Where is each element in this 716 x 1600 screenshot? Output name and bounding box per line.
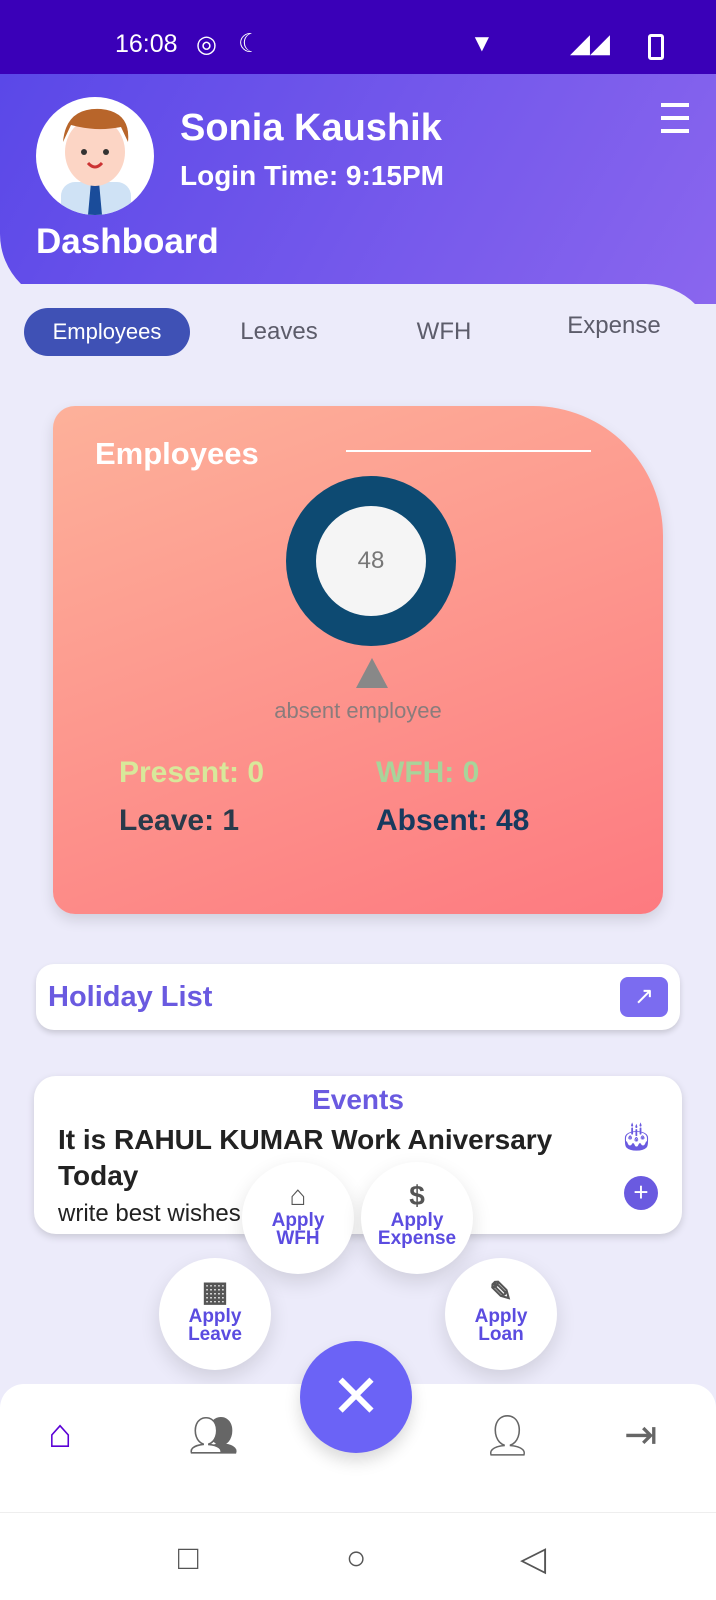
apply-leave-button[interactable]: ▦ Apply Leave: [159, 1258, 271, 1370]
employees-card: Employees 48 absent employee Present: 0 …: [53, 406, 663, 914]
back-icon[interactable]: ◁: [520, 1539, 546, 1579]
event-wishes-input[interactable]: write best wishes: [58, 1200, 241, 1228]
loan-doc-icon: ✎: [489, 1276, 513, 1307]
avatar[interactable]: [36, 97, 154, 215]
chrome-icon: ◎: [196, 31, 217, 58]
recents-icon[interactable]: □: [178, 1539, 199, 1578]
system-nav-bar: □ ○ ◁: [0, 1512, 716, 1600]
present-count: Present: 0: [119, 756, 265, 789]
indicator-label: absent employee: [274, 698, 442, 723]
add-wish-button[interactable]: +: [624, 1176, 658, 1210]
events-card: Events It is RAHUL KUMAR Work Aniversary…: [34, 1076, 682, 1234]
apply-expense-button[interactable]: $ Apply Expense: [361, 1162, 473, 1274]
tab-employees[interactable]: Employees: [24, 308, 190, 356]
home-icon[interactable]: ⌂: [48, 1412, 72, 1457]
wfh-count: WFH: 0: [376, 756, 480, 789]
cake-icon: 🎂︎: [618, 1121, 654, 1152]
tab-leaves[interactable]: Leaves: [214, 308, 344, 356]
label: Expense: [377, 1228, 457, 1249]
indicator-triangle-icon: [356, 658, 388, 688]
tab-wfh[interactable]: WFH: [394, 308, 494, 356]
avatar-illustration: [61, 108, 131, 215]
tab-expense[interactable]: Expense: [544, 302, 684, 350]
wifi-icon: ▼: [470, 30, 494, 57]
calendar-clock-icon: ▦: [201, 1276, 229, 1307]
donut-total: 48: [316, 506, 426, 616]
holiday-list-card[interactable]: Holiday List ↗: [36, 964, 680, 1030]
employees-card-title: Employees: [95, 436, 259, 471]
status-time: 16:08: [115, 30, 178, 58]
close-fab-button[interactable]: ✕: [300, 1341, 412, 1453]
events-title: Events: [312, 1084, 404, 1115]
page-title: Dashboard: [36, 222, 219, 261]
profile-icon[interactable]: 👤︎: [482, 1412, 533, 1459]
status-bar: 16:08 ◎ ☾ ▼ ◢◢: [0, 0, 716, 74]
user-name: Sonia Kaushik: [180, 107, 442, 149]
signal-icon: ◢◢: [570, 28, 610, 58]
label: Leave: [188, 1324, 242, 1345]
battery-icon: [648, 34, 664, 60]
absent-donut-chart: 48: [286, 476, 456, 646]
label: WFH: [276, 1228, 320, 1249]
home-user-icon: ⌂: [289, 1180, 307, 1211]
holiday-list-label: Holiday List: [48, 981, 213, 1013]
moon-icon: ☾: [238, 28, 262, 58]
login-time: Login Time: 9:15PM: [180, 160, 444, 191]
expense-doc-icon: $: [409, 1180, 425, 1211]
menu-icon[interactable]: [655, 103, 689, 142]
absent-count: Absent: 48: [376, 804, 530, 837]
home-circle-icon[interactable]: ○: [346, 1539, 367, 1578]
apply-wfh-button[interactable]: ⌂ Apply WFH: [242, 1162, 354, 1274]
logout-icon[interactable]: ⇥: [624, 1412, 658, 1458]
apply-loan-button[interactable]: ✎ Apply Loan: [445, 1258, 557, 1370]
leave-count: Leave: 1: [119, 804, 240, 837]
divider: [346, 450, 591, 452]
tab-bar: Employees Leaves WFH Expense: [24, 308, 716, 356]
external-link-icon[interactable]: ↗: [620, 977, 668, 1017]
team-icon[interactable]: 👥︎: [188, 1412, 239, 1459]
label: Loan: [478, 1324, 524, 1345]
